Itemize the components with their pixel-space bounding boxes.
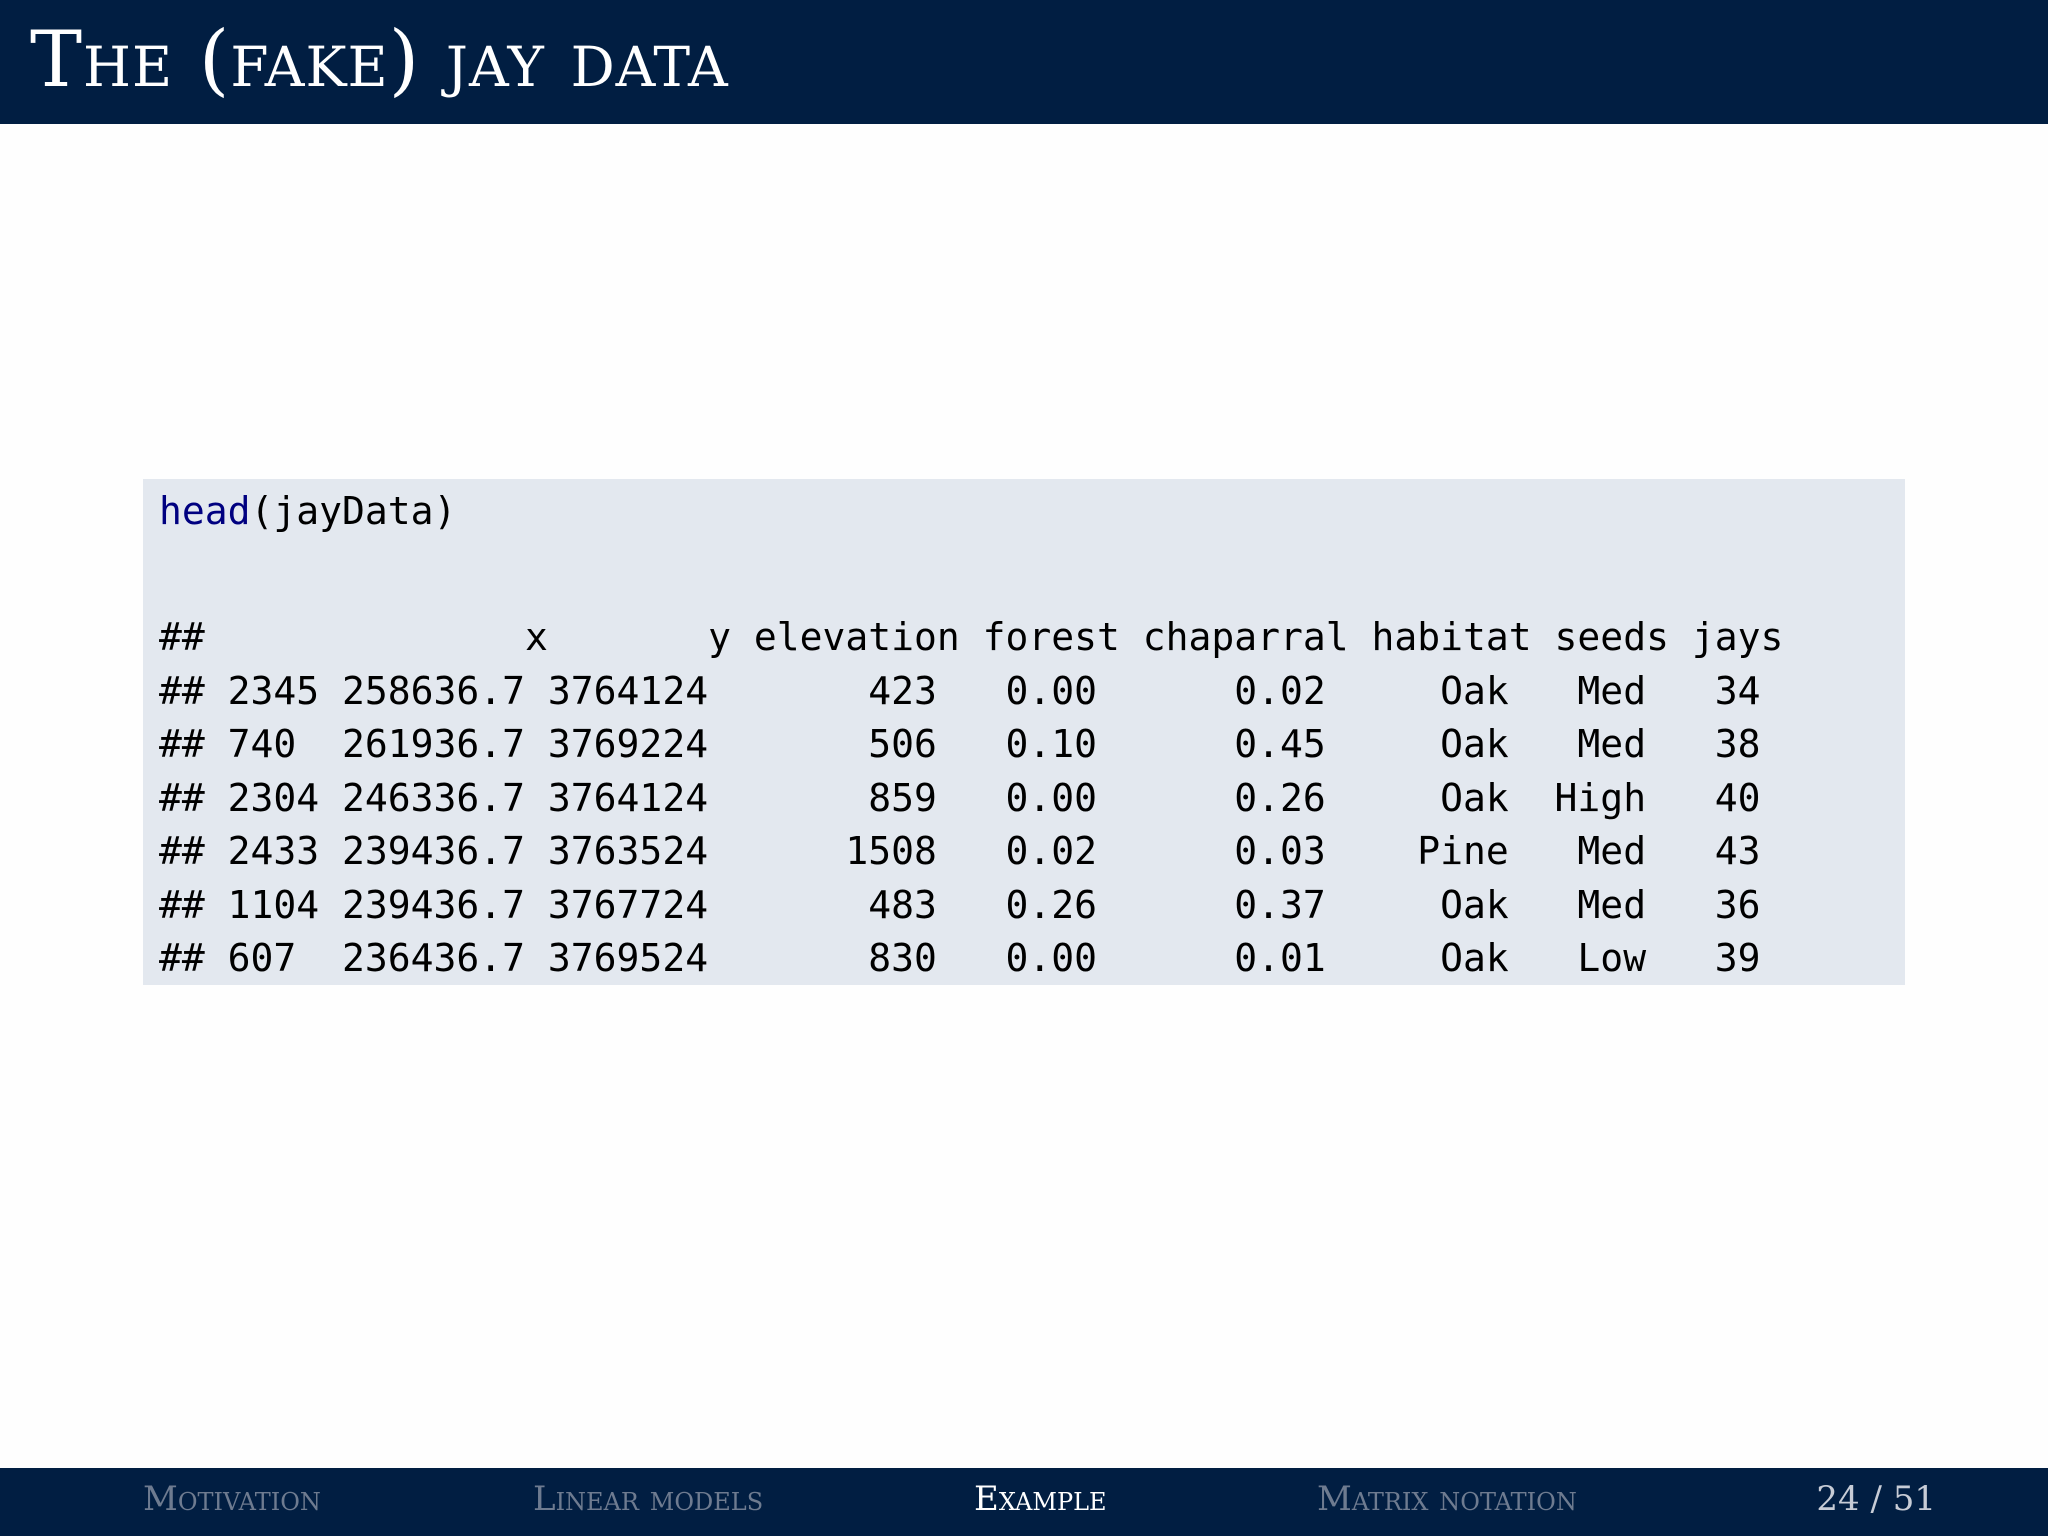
nav-section-motivation[interactable]: Motivation [143,1468,321,1530]
code-block: head(jayData) ## x y elevation forest ch… [143,479,1905,985]
slide-title: The (fake) jay data [30,15,729,105]
footer-navigation: Motivation Linear models Example Matrix … [0,1468,2048,1536]
title-bar: The (fake) jay data [0,0,2048,124]
function-name: head [159,489,251,533]
output-row: ## 2304 246336.7 3764124 859 0.00 0.26 O… [159,775,1761,820]
page-number: 24 / 51 [1816,1479,1936,1519]
output-row: ## 1104 239436.7 3767724 483 0.26 0.37 O… [159,882,1761,927]
nav-section-linear-models[interactable]: Linear models [533,1468,763,1530]
code-call: head(jayData) [159,485,456,539]
output-row: ## 2345 258636.7 3764124 423 0.00 0.02 O… [159,668,1761,713]
output-row: ## 2433 239436.7 3763524 1508 0.02 0.03 … [159,829,1761,873]
function-args: (jayData) [250,489,457,533]
nav-section-example[interactable]: Example [974,1468,1107,1530]
output-row: ## 607 236436.7 3769524 830 0.00 0.01 Oa… [159,936,1761,980]
output-header-line: ## x y elevation forest chaparral habita… [159,615,1784,659]
output-row: ## 740 261936.7 3769224 506 0.10 0.45 Oa… [159,722,1761,766]
nav-section-matrix-notation[interactable]: Matrix notation [1317,1468,1577,1530]
